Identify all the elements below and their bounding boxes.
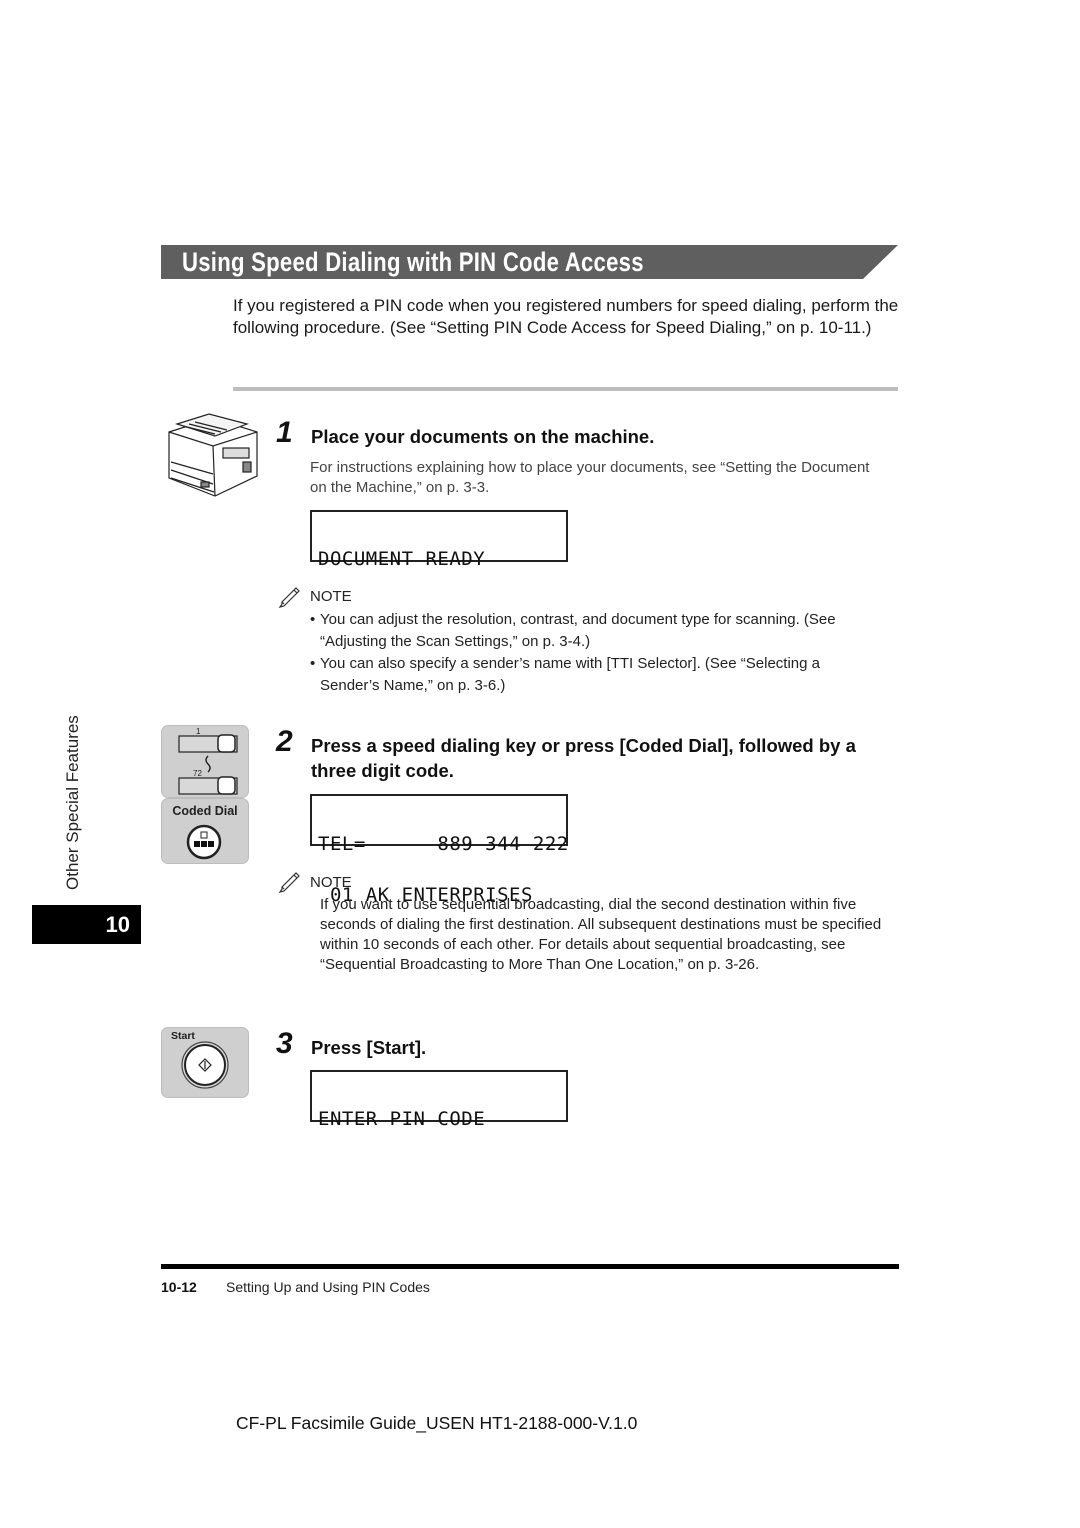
- lcd-display-step-1: DOCUMENT READY: [310, 510, 568, 569]
- speed-key-last-label: 72: [193, 769, 202, 778]
- lcd-display-step-2: TEL= 889 344 222 01 AK ENTERPRISES: [310, 794, 568, 905]
- coded-dial-key-illustration: Coded Dial: [161, 798, 249, 864]
- note-text: If you want to use sequential broadcasti…: [320, 896, 882, 973]
- step-1-description: For instructions explaining how to place…: [310, 459, 870, 496]
- lcd-line-1: TEL= 889 344 222: [318, 833, 569, 855]
- step-3-title: Press [Start].: [311, 1037, 427, 1058]
- speed-key-first-label: 1: [196, 727, 201, 736]
- footer-section-name: Setting Up and Using PIN Codes: [226, 1279, 430, 1295]
- step-2-number: 2: [276, 725, 293, 758]
- step-3-number: 3: [276, 1027, 293, 1060]
- start-key-illustration: Start: [161, 1027, 249, 1098]
- note-item: • You can also specify a sender’s name wi…: [310, 655, 820, 694]
- fax-machine-icon: [163, 412, 263, 504]
- intro-paragraph: If you registered a PIN code when you re…: [233, 296, 899, 337]
- section-title-banner: Using Speed Dialing with PIN Code Access: [161, 245, 898, 279]
- note-label: NOTE: [310, 588, 352, 605]
- step-1-number: 1: [276, 416, 293, 449]
- chapter-number-tab: 10: [32, 905, 141, 944]
- intro-divider: [233, 387, 898, 391]
- lcd-display-step-3: ENTER PIN CODE: [310, 1070, 568, 1129]
- footer-divider: [161, 1264, 899, 1269]
- pencil-icon: [278, 586, 302, 613]
- note-item: • You can adjust the resolution, contrast…: [310, 611, 836, 650]
- document-id: CF-PL Facsimile Guide_USEN HT1-2188-000-…: [236, 1413, 638, 1433]
- section-title: Using Speed Dialing with PIN Code Access: [182, 247, 644, 277]
- step-1-title: Place your documents on the machine.: [311, 426, 655, 447]
- step-2-title: Press a speed dialing key or press [Code…: [311, 735, 856, 781]
- pencil-icon: [278, 871, 302, 898]
- lcd-line-1: DOCUMENT READY: [318, 548, 486, 570]
- start-button-icon: [181, 1041, 229, 1089]
- lcd-line-1: ENTER PIN CODE: [318, 1108, 486, 1130]
- note-list: • You can adjust the resolution, contrast…: [310, 609, 880, 696]
- speed-dial-keys-illustration: 1 72: [161, 725, 249, 798]
- coded-dial-button-icon: [186, 824, 222, 860]
- note-label: NOTE: [310, 874, 352, 891]
- page-number: 10-12: [161, 1279, 197, 1295]
- chapter-label: Other Special Features: [63, 715, 82, 890]
